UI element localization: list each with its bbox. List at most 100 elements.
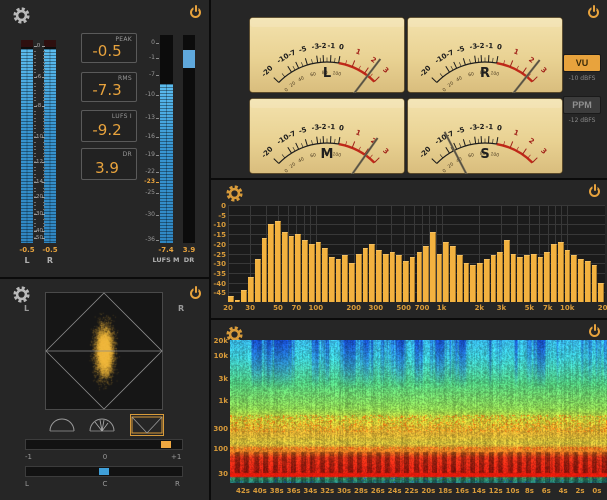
svg-text:M: M — [321, 147, 334, 162]
corr-tick-zero: 0 — [99, 453, 111, 461]
spectrum-bar — [598, 283, 604, 302]
lufs-tick — [156, 95, 159, 96]
scale-minor-tick — [34, 69, 36, 70]
scale-minor-tick — [43, 167, 45, 168]
levels-panel: 0-6-8-10-12-14-20-30-40-50 PEAK -0.5 RMS… — [0, 0, 209, 277]
y-tick-label: -40 — [212, 280, 226, 288]
power-icon[interactable] — [190, 288, 201, 299]
lufs-readout: LUFS I -9.2 — [81, 110, 137, 142]
lufs-tick — [156, 75, 159, 76]
spectrum-bar — [437, 254, 443, 303]
power-icon[interactable] — [190, 7, 201, 18]
lufs-tick — [156, 118, 159, 119]
gear-icon[interactable] — [12, 285, 31, 304]
spectrum-bar — [262, 238, 268, 302]
scale-minor-tick — [34, 219, 36, 220]
scale-minor-tick — [43, 153, 45, 154]
gear-icon[interactable] — [225, 184, 244, 203]
x-tick-label: 12s — [489, 487, 503, 495]
spectrum-bar — [241, 290, 247, 302]
spectrum-panel: 0-5-10-15-20-25-30-35-40-45 203050701002… — [211, 180, 607, 318]
scope-right-label: R — [178, 304, 184, 313]
scope-mode-arc-button[interactable] — [46, 415, 78, 435]
svg-text:-2: -2 — [477, 123, 485, 131]
dr-value: 3.9 — [177, 246, 201, 254]
spectrum-bar — [329, 257, 335, 302]
svg-text:-1: -1 — [485, 123, 493, 131]
x-tick-label: 5k — [525, 304, 535, 312]
scope-mode-diamond-button[interactable] — [131, 415, 163, 435]
balance-slider[interactable] — [25, 466, 183, 477]
spectrum-bar — [585, 261, 591, 302]
scale-tick-label: -30 — [27, 211, 50, 217]
scale-minor-tick — [43, 58, 45, 59]
scope-left-label: L — [24, 304, 29, 313]
spectrum-bar — [295, 234, 301, 302]
scale-minor-tick — [43, 174, 45, 175]
x-tick-label: 2s — [575, 487, 584, 495]
spectrum-bar — [309, 244, 315, 302]
y-tick-label: -35 — [212, 270, 226, 278]
vu-mode-sublabel: -10 dBFS — [563, 75, 601, 82]
x-tick-label: 100 — [309, 304, 324, 312]
x-tick-label: 38s — [270, 487, 284, 495]
svg-text:-1: -1 — [485, 42, 493, 50]
scale-minor-tick — [43, 93, 45, 94]
corr-tick-neg1: -1 — [25, 453, 32, 461]
ppm-mode-button[interactable]: PPM — [563, 96, 601, 114]
scale-minor-tick — [43, 226, 45, 227]
spectrum-bar — [316, 242, 322, 302]
scale-minor-tick — [43, 156, 45, 157]
scale-minor-tick — [34, 177, 36, 178]
scale-minor-tick — [34, 100, 36, 101]
correlation-marker[interactable] — [161, 441, 171, 448]
spectrum-bar — [403, 261, 409, 302]
spectrum-bar — [551, 244, 557, 302]
spectrum-bar — [336, 259, 342, 302]
scale-minor-tick — [34, 90, 36, 91]
x-tick-label: 500 — [396, 304, 411, 312]
power-icon[interactable] — [589, 326, 600, 337]
scale-minor-tick — [34, 93, 36, 94]
y-tick-label: 30 — [212, 470, 228, 478]
gear-icon[interactable] — [12, 6, 31, 25]
balance-tick-center: C — [99, 480, 111, 488]
lufs-tick — [156, 43, 159, 44]
lufs-tick — [156, 58, 159, 59]
correlation-slider[interactable] — [25, 439, 183, 450]
power-icon[interactable] — [589, 186, 600, 197]
x-tick-label: 28s — [354, 487, 368, 495]
scale-minor-tick — [43, 128, 45, 129]
scope-mode-needles-button[interactable] — [86, 415, 118, 435]
spectrum-bar — [464, 263, 470, 302]
y-tick-label: -10 — [212, 221, 226, 229]
scale-minor-tick — [43, 62, 45, 63]
peak-readout: PEAK -0.5 — [81, 33, 137, 63]
scale-minor-tick — [43, 132, 45, 133]
vu-meter-R: -20-10-7-5-3-2-10123020406080100R — [407, 17, 563, 93]
x-tick-label: 20 — [223, 304, 233, 312]
scale-minor-tick — [34, 72, 36, 73]
lufs-tick-label: -30 — [145, 212, 155, 218]
scale-tick-label: -20 — [27, 194, 50, 200]
x-tick-label: 14s — [472, 487, 486, 495]
spectrum-bar — [558, 242, 564, 302]
scale-minor-tick — [34, 223, 36, 224]
scale-minor-tick — [34, 125, 36, 126]
scale-minor-tick — [43, 146, 45, 147]
vu-meter-S: -20-10-7-5-3-2-10123020406080100S — [407, 98, 563, 174]
spectrum-bar — [544, 252, 550, 302]
x-tick-label: 4s — [559, 487, 568, 495]
scale-minor-tick — [43, 86, 45, 87]
scale-minor-tick — [34, 170, 36, 171]
spectrum-bar — [497, 252, 503, 302]
rms-readout: RMS -7.3 — [81, 72, 137, 102]
scale-minor-tick — [34, 191, 36, 192]
x-tick-label: 20k — [598, 304, 607, 312]
vu-mode-button[interactable]: VU — [563, 54, 601, 72]
balance-marker[interactable] — [99, 468, 109, 475]
x-tick-label: 22s — [405, 487, 419, 495]
x-tick-label: 18s — [438, 487, 452, 495]
power-icon[interactable] — [588, 7, 599, 18]
spectrum-bar — [524, 255, 530, 302]
